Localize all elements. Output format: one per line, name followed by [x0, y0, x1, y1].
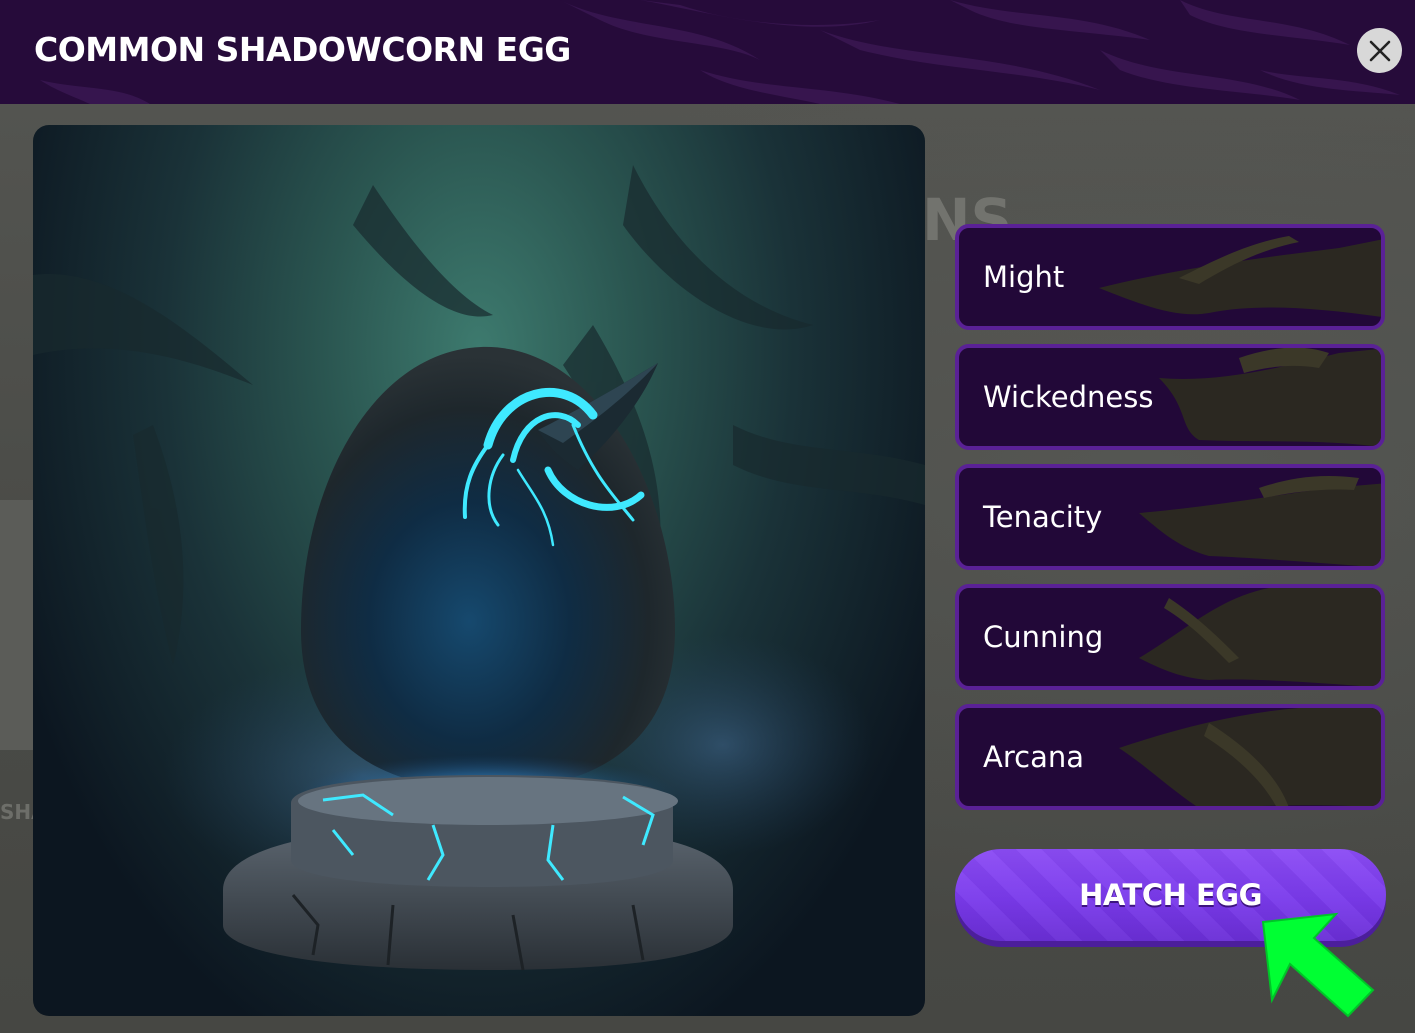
pointer-arrow-icon	[1261, 912, 1375, 1018]
stat-tenacity: Tenacity	[955, 464, 1385, 570]
egg-image	[33, 125, 925, 1016]
shadowcorn-egg-illustration	[33, 165, 925, 971]
stat-label: Arcana	[983, 740, 1084, 774]
stat-label: Tenacity	[983, 500, 1103, 534]
stat-wickedness: Wickedness	[955, 344, 1385, 450]
close-icon	[1369, 40, 1390, 61]
stat-arcana: Arcana	[955, 704, 1385, 810]
dialog-title: COMMON SHADOWCORN EGG	[34, 30, 571, 69]
stat-label: Cunning	[983, 620, 1104, 654]
stat-cunning: Cunning	[955, 584, 1385, 690]
stat-label: Might	[983, 260, 1065, 294]
stat-might: Might	[955, 224, 1385, 330]
hatch-egg-label: HATCH EGG	[1079, 878, 1262, 912]
close-button[interactable]	[1357, 28, 1402, 73]
stat-label: Wickedness	[983, 380, 1154, 414]
dialog-header: COMMON SHADOWCORN EGG	[0, 0, 1415, 104]
